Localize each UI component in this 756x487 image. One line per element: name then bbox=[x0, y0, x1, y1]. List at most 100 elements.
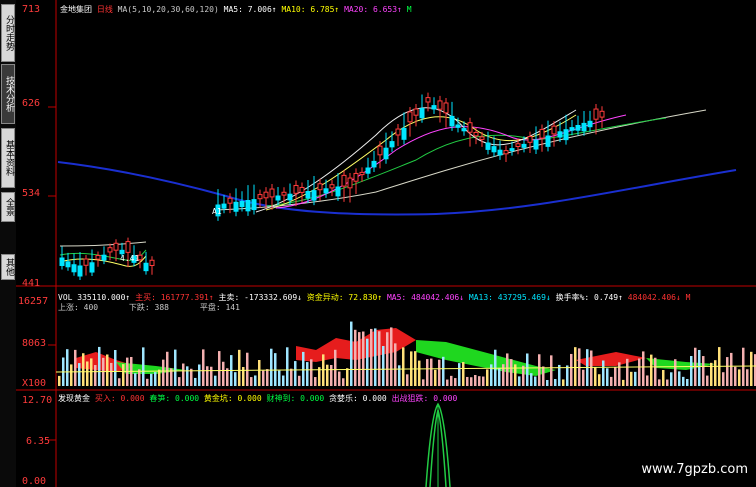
volume-subheader: 上涨: 400 下跌: 388 平盘: 141 bbox=[58, 302, 240, 313]
volume-bar bbox=[510, 359, 513, 386]
volume-bar bbox=[574, 347, 577, 386]
volume-bar bbox=[346, 368, 349, 386]
volume-bar bbox=[238, 349, 241, 386]
volume-bar bbox=[266, 369, 269, 386]
candle-body bbox=[149, 259, 155, 267]
volume-bar bbox=[350, 321, 353, 386]
volume-bar bbox=[438, 359, 441, 386]
volume-bar bbox=[530, 373, 533, 386]
volume-bar bbox=[138, 369, 141, 386]
volume-bar bbox=[330, 364, 333, 386]
volume-bar bbox=[286, 347, 289, 386]
candle-body bbox=[59, 257, 65, 266]
volume-bar bbox=[338, 371, 341, 386]
volume-bar bbox=[394, 343, 397, 386]
candle-body bbox=[395, 128, 401, 136]
candle-body bbox=[473, 131, 479, 137]
volume-bar bbox=[162, 359, 165, 386]
volume-bar bbox=[222, 361, 225, 386]
candle-body bbox=[323, 188, 329, 194]
volume-bar bbox=[258, 359, 261, 386]
candle-body bbox=[419, 108, 425, 119]
ma30-value: M bbox=[406, 5, 412, 14]
candle-body bbox=[293, 184, 299, 194]
volume-bar bbox=[474, 374, 477, 386]
candlesticks[interactable] bbox=[59, 92, 605, 281]
candle-body bbox=[251, 199, 257, 211]
candle-body bbox=[335, 186, 341, 197]
volume-bar bbox=[658, 379, 661, 386]
volume-axis-top: 16257 bbox=[18, 296, 49, 307]
volume-bar bbox=[214, 375, 217, 386]
candle-body bbox=[365, 167, 371, 174]
volume-bar bbox=[582, 369, 585, 386]
volume-bar bbox=[246, 352, 249, 386]
volume-bar bbox=[730, 352, 733, 386]
candle-body bbox=[431, 105, 437, 110]
indicator-axis-mid: 6.35 bbox=[26, 436, 51, 447]
volume-bar bbox=[634, 371, 637, 386]
ind-huangjinkeng: 黄金坑: 0.000 bbox=[203, 394, 262, 403]
candle-body bbox=[551, 125, 557, 135]
volume-bar bbox=[122, 364, 125, 386]
candle-body bbox=[587, 120, 593, 128]
volume-bar bbox=[250, 377, 253, 386]
candle-body bbox=[245, 200, 251, 212]
volume-bar bbox=[74, 349, 77, 386]
volume-bar bbox=[302, 351, 305, 386]
candle-body bbox=[221, 203, 227, 209]
candle-body bbox=[509, 148, 515, 152]
volume-bar bbox=[434, 369, 437, 386]
volume-bar bbox=[618, 362, 621, 386]
candle-body bbox=[95, 255, 101, 260]
volume-bar bbox=[118, 378, 121, 386]
candle-body bbox=[533, 139, 539, 150]
fund-flow: 资金异动: 72.830↑ bbox=[306, 293, 383, 302]
volume-bar bbox=[210, 366, 213, 386]
kline-chart[interactable] bbox=[16, 0, 756, 487]
candle-body bbox=[101, 254, 107, 261]
tab-other[interactable]: 其他 bbox=[1, 254, 15, 280]
volume-bar bbox=[482, 376, 485, 386]
candle-body bbox=[491, 146, 497, 153]
volume-bar bbox=[682, 376, 685, 386]
down-count: 下跌: 388 bbox=[128, 303, 170, 312]
ma120-line bbox=[57, 161, 737, 216]
indicator-axis-top: 12.70 bbox=[22, 395, 53, 406]
indicator-name[interactable]: 发现黄金 bbox=[58, 394, 90, 403]
volume-bar bbox=[142, 347, 145, 386]
volume-bar bbox=[202, 349, 205, 386]
price-axis-441: 441 bbox=[22, 278, 41, 289]
tab-panorama[interactable]: 全景 bbox=[1, 192, 15, 222]
candle-body bbox=[461, 128, 467, 132]
tab-technical[interactable]: 技术分析 bbox=[1, 64, 15, 124]
volume-bar bbox=[374, 328, 377, 386]
tab-fundamentals[interactable]: 基本资料 bbox=[1, 128, 15, 188]
volume-bar bbox=[626, 358, 629, 386]
volume-bar bbox=[674, 359, 677, 386]
tab-intraday[interactable]: 分时走势 bbox=[1, 4, 15, 62]
candle-body bbox=[503, 150, 509, 155]
volume-bar bbox=[542, 366, 545, 386]
volume-bar bbox=[146, 378, 149, 386]
volume-bar bbox=[646, 375, 649, 386]
volume-bar bbox=[262, 370, 265, 386]
stock-name[interactable]: 金地集团 bbox=[60, 5, 92, 14]
volume-bar bbox=[698, 349, 701, 386]
candle-body bbox=[569, 127, 575, 131]
volume-bar bbox=[666, 379, 669, 386]
candle-body bbox=[107, 247, 113, 253]
volume-bars[interactable] bbox=[58, 321, 756, 386]
period-label[interactable]: 日线 bbox=[97, 5, 113, 14]
volume-bar bbox=[182, 363, 185, 386]
site-watermark: www.7gpzb.com bbox=[641, 462, 748, 477]
volume-bar bbox=[154, 372, 157, 386]
candle-body bbox=[575, 125, 581, 131]
volume-bar bbox=[134, 373, 137, 386]
candle-body bbox=[311, 190, 317, 201]
side-tab-bar: 分时走势 技术分析 基本资料 全景 其他 bbox=[0, 0, 16, 487]
candle-body bbox=[71, 264, 77, 273]
ind-chuzhan: 出战狙跌: 0.000 bbox=[391, 394, 458, 403]
volume-bar bbox=[534, 376, 537, 386]
volume-bar bbox=[742, 347, 745, 386]
